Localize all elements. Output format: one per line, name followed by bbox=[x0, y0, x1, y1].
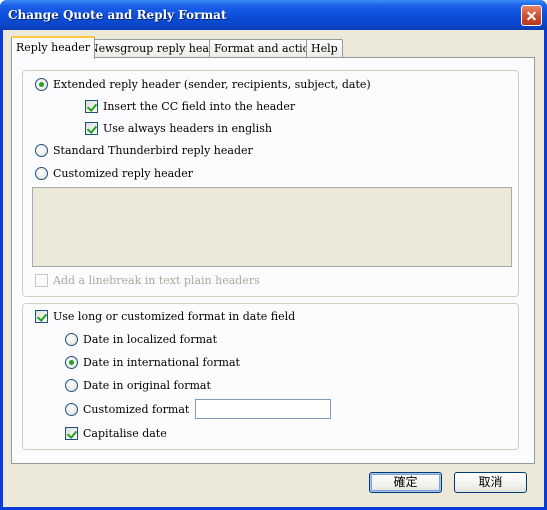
english-headers-label: Use always headers in english bbox=[103, 122, 272, 135]
capitalise-date-checkbox[interactable] bbox=[65, 427, 78, 440]
long-date-format-label: Use long or customized format in date fi… bbox=[53, 310, 296, 323]
tab-help[interactable]: Help bbox=[306, 39, 343, 58]
title-bar[interactable]: Change Quote and Reply Format bbox=[0, 0, 547, 30]
long-date-format-checkbox[interactable] bbox=[35, 310, 48, 323]
date-original-radio[interactable] bbox=[65, 379, 78, 392]
dialog-window: Change Quote and Reply Format Reply head… bbox=[0, 0, 547, 510]
insert-cc-label: Insert the CC field into the header bbox=[103, 100, 296, 113]
reply-header-panel: Extended reply header (sender, recipient… bbox=[11, 57, 535, 464]
customized-reply-header-label: Customized reply header bbox=[53, 167, 193, 180]
date-international-label: Date in international format bbox=[83, 356, 240, 369]
cancel-button[interactable]: 取消 bbox=[454, 472, 527, 493]
linebreak-label: Add a linebreak in text plain headers bbox=[53, 274, 260, 287]
date-localized-label: Date in localized format bbox=[83, 333, 218, 346]
tab-reply-header[interactable]: Reply header bbox=[11, 36, 96, 59]
insert-cc-checkbox[interactable] bbox=[85, 100, 98, 113]
customized-reply-header-radio[interactable] bbox=[35, 167, 48, 180]
standard-reply-header-label: Standard Thunderbird reply header bbox=[53, 144, 253, 157]
custom-header-textarea[interactable] bbox=[32, 187, 512, 267]
extended-reply-header-label: Extended reply header (sender, recipient… bbox=[53, 78, 371, 91]
date-international-radio[interactable] bbox=[65, 356, 78, 369]
date-customized-label: Customized format bbox=[83, 403, 190, 416]
linebreak-checkbox[interactable] bbox=[35, 274, 48, 287]
capitalise-date-label: Capitalise date bbox=[83, 427, 167, 440]
close-icon[interactable] bbox=[521, 5, 542, 26]
date-format-group: Use long or customized format in date fi… bbox=[22, 303, 519, 450]
extended-reply-header-radio[interactable] bbox=[35, 78, 48, 91]
reply-header-group: Extended reply header (sender, recipient… bbox=[22, 70, 519, 297]
dialog-client-area: Reply header Newsgroup reply headers For… bbox=[3, 30, 544, 507]
window-title: Change Quote and Reply Format bbox=[8, 8, 227, 22]
date-customized-radio[interactable] bbox=[65, 403, 78, 416]
date-original-label: Date in original format bbox=[83, 379, 211, 392]
ok-button[interactable]: 確定 bbox=[369, 472, 442, 493]
customized-date-format-input[interactable] bbox=[195, 399, 331, 419]
date-localized-radio[interactable] bbox=[65, 333, 78, 346]
standard-reply-header-radio[interactable] bbox=[35, 144, 48, 157]
english-headers-checkbox[interactable] bbox=[85, 122, 98, 135]
